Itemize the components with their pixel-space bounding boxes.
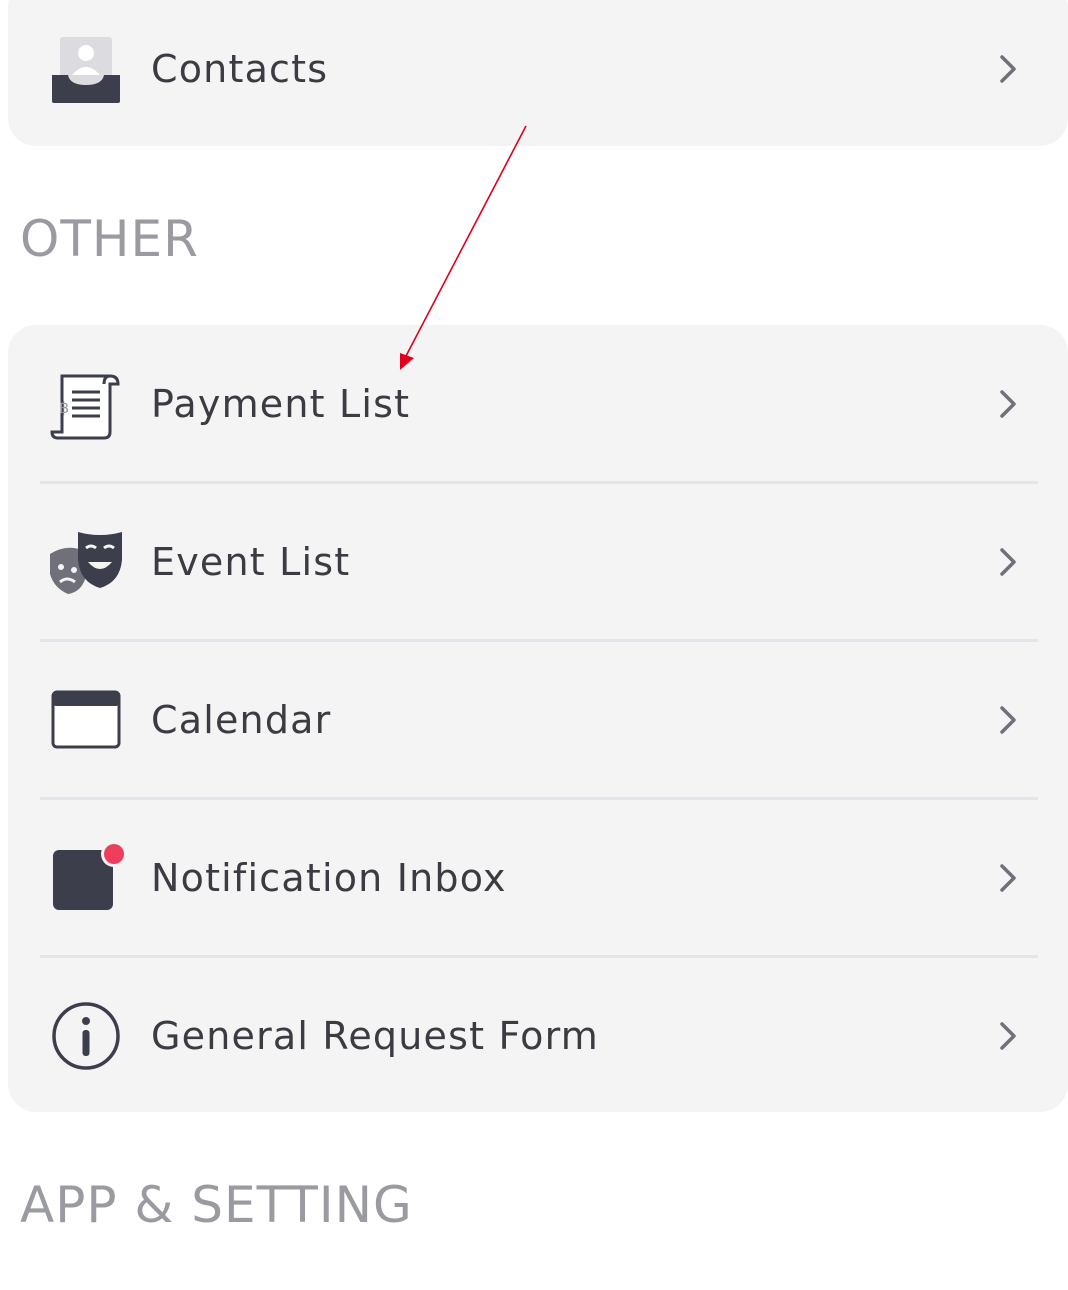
general-request-form-label: General Request Form	[151, 1014, 599, 1058]
notification-inbox-label: Notification Inbox	[151, 856, 507, 900]
contacts-label: Contacts	[151, 47, 329, 91]
menu-item-calendar[interactable]: Calendar	[8, 641, 1068, 799]
chevron-right-icon	[990, 702, 1026, 738]
chevron-right-icon	[990, 544, 1026, 580]
chevron-right-icon	[990, 386, 1026, 422]
menu-item-general-request-form[interactable]: General Request Form	[8, 957, 1068, 1115]
info-icon	[48, 998, 124, 1074]
notification-inbox-icon	[48, 840, 127, 916]
menu-item-payment-list[interactable]: ฿ Payment List	[8, 325, 1068, 483]
contacts-card: Contacts	[8, 0, 1068, 146]
menu-item-event-list[interactable]: Event List	[8, 483, 1068, 641]
chevron-right-icon	[990, 51, 1026, 87]
calendar-label: Calendar	[151, 698, 332, 742]
contacts-row[interactable]: Contacts	[8, 0, 1068, 148]
other-menu-card: ฿ Payment List Event List Calendar Notif…	[8, 325, 1068, 1112]
payment-list-label: Payment List	[151, 382, 411, 426]
section-title-app-setting: APP & SETTING	[20, 1176, 413, 1234]
contacts-inbox-icon	[48, 31, 124, 107]
payment-receipt-icon: ฿	[48, 366, 124, 442]
svg-text:฿: ฿	[59, 398, 69, 417]
chevron-right-icon	[990, 860, 1026, 896]
event-list-label: Event List	[151, 540, 351, 584]
calendar-icon	[48, 682, 124, 758]
menu-item-notification-inbox[interactable]: Notification Inbox	[8, 799, 1068, 957]
section-title-other: OTHER	[20, 210, 199, 268]
chevron-right-icon	[990, 1018, 1026, 1054]
theater-masks-icon	[48, 524, 124, 600]
